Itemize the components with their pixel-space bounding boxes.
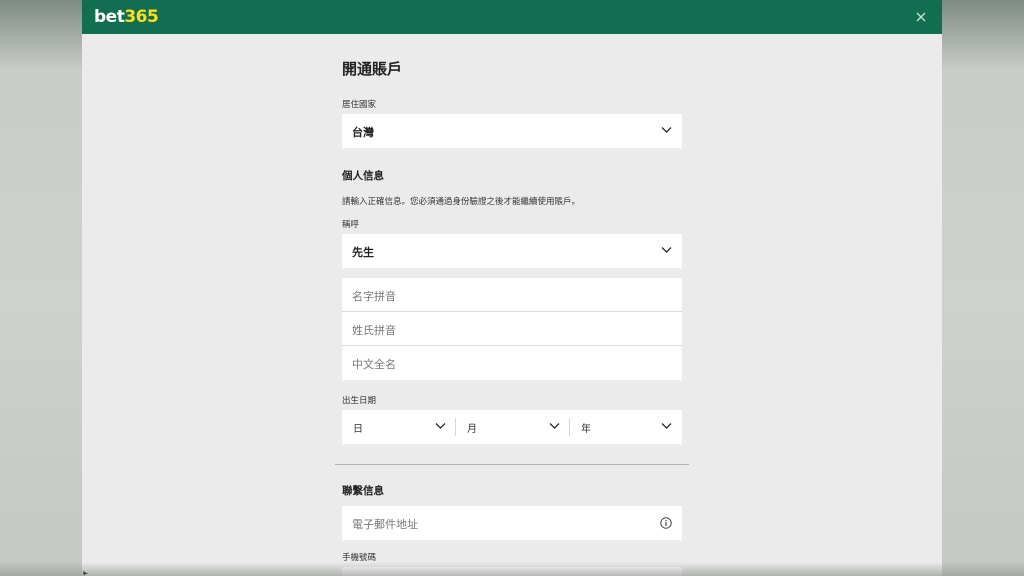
- personal-info-title: 個人信息: [342, 170, 384, 182]
- bottom-shadow: [0, 562, 1024, 576]
- header-bar: bet365: [82, 0, 942, 34]
- chinese-name-input[interactable]: 中文全名: [342, 346, 682, 380]
- last-name-placeholder: 姓氏拼音: [352, 324, 396, 337]
- background-right: [942, 0, 1024, 576]
- country-label: 居住國家: [342, 100, 377, 110]
- country-select[interactable]: 台灣: [342, 114, 682, 148]
- dob-month-select[interactable]: 月: [456, 410, 569, 444]
- dob-day-value: 日: [353, 424, 363, 435]
- chevron-down-icon: [661, 247, 672, 253]
- chinese-name-placeholder: 中文全名: [352, 358, 396, 371]
- page-title: 開通賬戶: [342, 60, 403, 78]
- chevron-down-icon: [661, 423, 672, 429]
- logo-text-365: 365: [124, 7, 159, 27]
- email-input[interactable]: 電子郵件地址: [342, 506, 682, 540]
- close-icon: [916, 12, 926, 22]
- country-value: 台灣: [352, 126, 374, 139]
- chevron-down-icon: [661, 127, 672, 133]
- background-left: [0, 0, 82, 576]
- dob-year-select[interactable]: 年: [570, 410, 682, 444]
- dob-label: 出生日期: [342, 396, 377, 406]
- bet365-logo: bet365: [94, 6, 159, 28]
- personal-info-description: 請輸入正確信息。您必須通過身份驗證之後才能繼續使用賬戶。: [342, 197, 581, 207]
- logo-text-bet: bet: [94, 7, 125, 27]
- chevron-down-icon: [435, 423, 446, 429]
- cursor-arrow-icon: [83, 571, 88, 576]
- name-fields-group: 名字拼音 姓氏拼音 中文全名: [342, 278, 682, 380]
- salutation-label: 稱呼: [342, 220, 360, 230]
- last-name-input[interactable]: 姓氏拼音: [342, 312, 682, 346]
- first-name-input[interactable]: 名字拼音: [342, 278, 682, 312]
- dob-selector: 日 月 年: [342, 410, 682, 444]
- dob-year-value: 年: [581, 424, 591, 435]
- salutation-select[interactable]: 先生: [342, 234, 682, 268]
- salutation-value: 先生: [352, 246, 374, 259]
- section-divider: [335, 464, 689, 465]
- dob-day-select[interactable]: 日: [342, 410, 455, 444]
- close-button[interactable]: [914, 9, 928, 23]
- first-name-placeholder: 名字拼音: [352, 290, 396, 303]
- email-placeholder: 電子郵件地址: [352, 518, 418, 531]
- registration-panel: bet365 開通賬戶 居住國家 台灣 個人信息 請輸入正確信息。您必須通過身份…: [82, 0, 942, 576]
- info-icon[interactable]: [660, 517, 672, 529]
- chevron-down-icon: [549, 423, 560, 429]
- dob-month-value: 月: [467, 424, 477, 435]
- contact-info-title: 聯繫信息: [342, 485, 384, 497]
